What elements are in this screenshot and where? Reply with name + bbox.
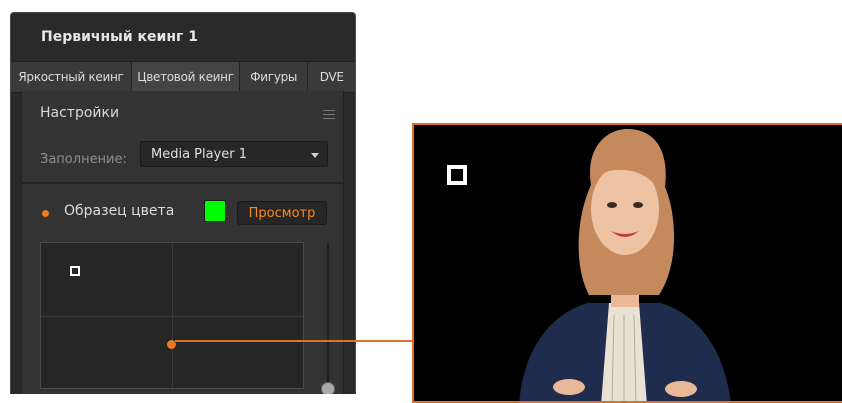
fill-source-select[interactable]: Media Player 1	[140, 141, 328, 167]
chevron-down-icon	[311, 153, 319, 158]
sample-radio-indicator[interactable]	[42, 210, 49, 217]
fill-source-value: Media Player 1	[151, 147, 248, 162]
callout-connector-line	[175, 340, 415, 342]
video-preview	[412, 123, 842, 403]
hamburger-menu-icon[interactable]	[323, 110, 335, 119]
sample-label: Образец цвета	[64, 203, 175, 219]
sample-cursor-marker[interactable]	[70, 266, 80, 276]
preview-button[interactable]: Просмотр	[237, 201, 327, 225]
upstream-key-panel: Первичный кеинг 1 Яркостный кеинг Цветов…	[10, 12, 356, 394]
settings-section: Настройки Заполнение: Media Player 1	[21, 91, 344, 183]
grid-horizontal-divider	[41, 316, 303, 317]
sample-color-swatch	[204, 200, 226, 222]
video-sample-marker	[447, 165, 467, 185]
sample-position-grid[interactable]	[40, 242, 304, 389]
settings-title: Настройки	[40, 105, 120, 121]
sample-size-slider-track[interactable]	[327, 244, 329, 384]
tab-chroma-key[interactable]: Цветовой кеинг	[131, 62, 240, 92]
presenter-figure	[519, 128, 731, 401]
sample-section: Образец цвета Просмотр	[21, 183, 344, 394]
panel-title: Первичный кеинг 1	[41, 29, 198, 45]
tab-pattern[interactable]: Фигуры	[240, 62, 309, 92]
sample-size-slider-knob[interactable]	[321, 382, 335, 394]
fill-source-label: Заполнение:	[40, 152, 127, 167]
tab-luma-key[interactable]: Яркостный кеинг	[11, 62, 132, 92]
key-type-tabs: Яркостный кеинг Цветовой кеинг Фигуры DV…	[11, 61, 355, 93]
tab-dve[interactable]: DVE	[308, 62, 355, 92]
